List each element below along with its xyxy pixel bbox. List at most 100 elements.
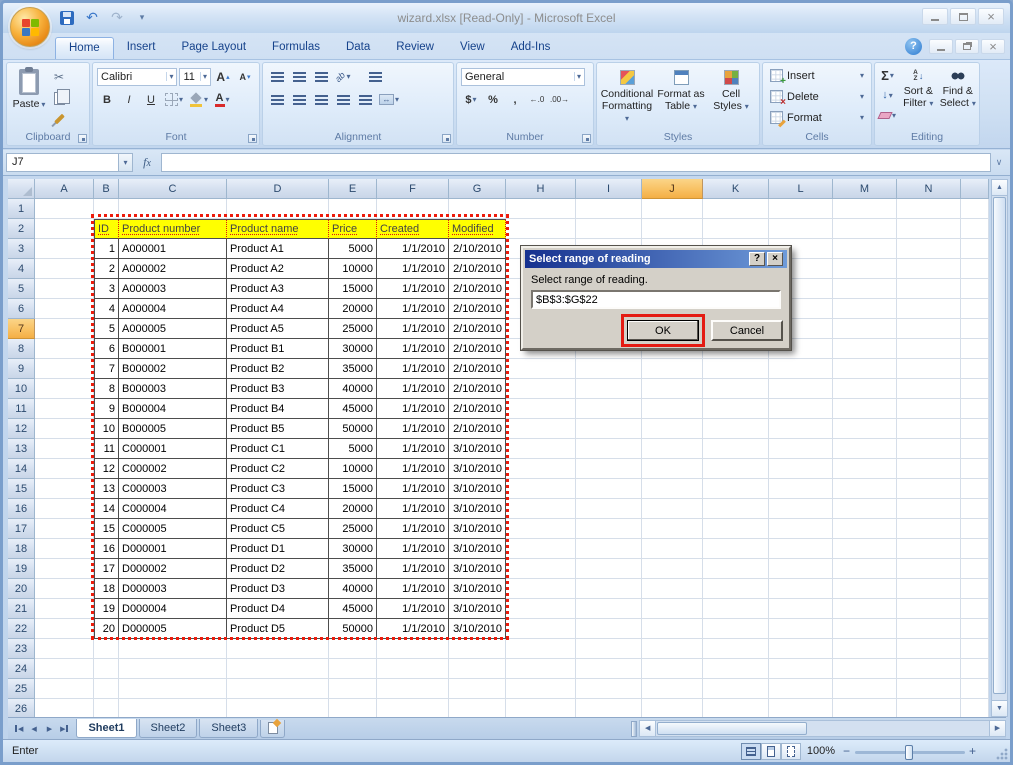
- cell-A12[interactable]: [35, 419, 94, 439]
- cell-G24[interactable]: [449, 659, 506, 679]
- format-cells-button[interactable]: Format▾: [765, 107, 869, 128]
- cell-F9[interactable]: 1/1/2010: [377, 359, 449, 379]
- cell-B26[interactable]: [94, 699, 119, 719]
- cancel-button[interactable]: Cancel: [711, 320, 783, 341]
- cell-G8[interactable]: 2/10/2010: [449, 339, 506, 359]
- cell-D11[interactable]: Product B4: [227, 399, 329, 419]
- cell-M20[interactable]: [833, 579, 897, 599]
- cell-I9[interactable]: [576, 359, 642, 379]
- cell-C15[interactable]: C000003: [119, 479, 227, 499]
- zoom-in-button[interactable]: +: [969, 744, 976, 758]
- cell-I14[interactable]: [576, 459, 642, 479]
- vertical-scroll-thumb[interactable]: [993, 197, 1006, 694]
- column-header-A[interactable]: A: [35, 179, 94, 199]
- cell-N11[interactable]: [897, 399, 961, 419]
- cell-C4[interactable]: A000002: [119, 259, 227, 279]
- row-header-6[interactable]: 6: [8, 299, 35, 319]
- cell-N23[interactable]: [897, 639, 961, 659]
- decrease-decimal-button[interactable]: .00→: [549, 90, 570, 110]
- sheet-tab-sheet3[interactable]: Sheet3: [199, 719, 258, 738]
- cell-C14[interactable]: C000002: [119, 459, 227, 479]
- workbook-restore-button[interactable]: [955, 39, 979, 54]
- zoom-slider-thumb[interactable]: [905, 745, 913, 760]
- ribbon-tab-formulas[interactable]: Formulas: [259, 37, 333, 59]
- cell-C17[interactable]: C000005: [119, 519, 227, 539]
- cell-G19[interactable]: 3/10/2010: [449, 559, 506, 579]
- cell-L11[interactable]: [769, 399, 833, 419]
- font-size-select[interactable]: 11▾: [179, 68, 211, 86]
- cell-K21[interactable]: [703, 599, 769, 619]
- italic-button[interactable]: I: [119, 90, 139, 110]
- ribbon-tab-page-layout[interactable]: Page Layout: [168, 37, 259, 59]
- align-center-button[interactable]: [289, 90, 309, 110]
- cell-K9[interactable]: [703, 359, 769, 379]
- bold-button[interactable]: B: [97, 90, 117, 110]
- cell-N9[interactable]: [897, 359, 961, 379]
- cell-N4[interactable]: [897, 259, 961, 279]
- ribbon-tab-review[interactable]: Review: [383, 37, 447, 59]
- cell-L2[interactable]: [769, 219, 833, 239]
- cell-D12[interactable]: Product B5: [227, 419, 329, 439]
- shrink-font-button[interactable]: A▾: [235, 67, 255, 87]
- cell-B17[interactable]: 15: [94, 519, 119, 539]
- cell-G10[interactable]: 2/10/2010: [449, 379, 506, 399]
- cell-E25[interactable]: [329, 679, 377, 699]
- row-header-19[interactable]: 19: [8, 559, 35, 579]
- cell-A18[interactable]: [35, 539, 94, 559]
- row-header-15[interactable]: 15: [8, 479, 35, 499]
- cell-H1[interactable]: [506, 199, 576, 219]
- cell-F7[interactable]: 1/1/2010: [377, 319, 449, 339]
- increase-decimal-button[interactable]: ←.0: [527, 90, 547, 110]
- cell-B16[interactable]: 14: [94, 499, 119, 519]
- cell-D2[interactable]: Product name: [227, 219, 329, 239]
- cell-D3[interactable]: Product A1: [227, 239, 329, 259]
- column-header-D[interactable]: D: [227, 179, 329, 199]
- cell-E13[interactable]: 5000: [329, 439, 377, 459]
- cell-D22[interactable]: Product D5: [227, 619, 329, 639]
- align-left-button[interactable]: [267, 90, 287, 110]
- cell-G17[interactable]: 3/10/2010: [449, 519, 506, 539]
- cell-B22[interactable]: 20: [94, 619, 119, 639]
- cell-filler-24[interactable]: [961, 659, 989, 679]
- cell-B20[interactable]: 18: [94, 579, 119, 599]
- cell-H13[interactable]: [506, 439, 576, 459]
- cell-F23[interactable]: [377, 639, 449, 659]
- cell-F15[interactable]: 1/1/2010: [377, 479, 449, 499]
- column-header-B[interactable]: B: [94, 179, 119, 199]
- formula-bar-expand-button[interactable]: ∨: [991, 153, 1007, 172]
- cell-M22[interactable]: [833, 619, 897, 639]
- cell-D25[interactable]: [227, 679, 329, 699]
- comma-style-button[interactable]: ,: [505, 90, 525, 110]
- format-as-table-button[interactable]: Format as Table ▾: [655, 65, 707, 130]
- cell-I22[interactable]: [576, 619, 642, 639]
- row-header-14[interactable]: 14: [8, 459, 35, 479]
- orientation-button[interactable]: ab▾: [333, 67, 353, 87]
- cell-H21[interactable]: [506, 599, 576, 619]
- cell-styles-button[interactable]: Cell Styles ▾: [707, 65, 755, 130]
- ribbon-tab-add-ins[interactable]: Add-Ins: [498, 37, 564, 59]
- cell-M26[interactable]: [833, 699, 897, 719]
- cell-J13[interactable]: [642, 439, 703, 459]
- formula-input[interactable]: [161, 153, 991, 172]
- alignment-dialog-launcher[interactable]: [442, 134, 451, 143]
- row-header-17[interactable]: 17: [8, 519, 35, 539]
- cell-M13[interactable]: [833, 439, 897, 459]
- scroll-down-button[interactable]: ▼: [992, 700, 1007, 716]
- cell-J2[interactable]: [642, 219, 703, 239]
- cell-G26[interactable]: [449, 699, 506, 719]
- cell-G25[interactable]: [449, 679, 506, 699]
- cell-E23[interactable]: [329, 639, 377, 659]
- cell-J24[interactable]: [642, 659, 703, 679]
- merge-center-button[interactable]: ↔▾: [377, 90, 401, 110]
- cell-C23[interactable]: [119, 639, 227, 659]
- cell-N10[interactable]: [897, 379, 961, 399]
- cell-filler-7[interactable]: [961, 319, 989, 339]
- cell-J23[interactable]: [642, 639, 703, 659]
- cell-C25[interactable]: [119, 679, 227, 699]
- cell-J22[interactable]: [642, 619, 703, 639]
- page-layout-view-button[interactable]: [761, 743, 781, 760]
- cell-B10[interactable]: 8: [94, 379, 119, 399]
- scroll-left-button[interactable]: ◀: [640, 721, 656, 736]
- cell-B25[interactable]: [94, 679, 119, 699]
- dialog-close-button[interactable]: ×: [767, 252, 783, 266]
